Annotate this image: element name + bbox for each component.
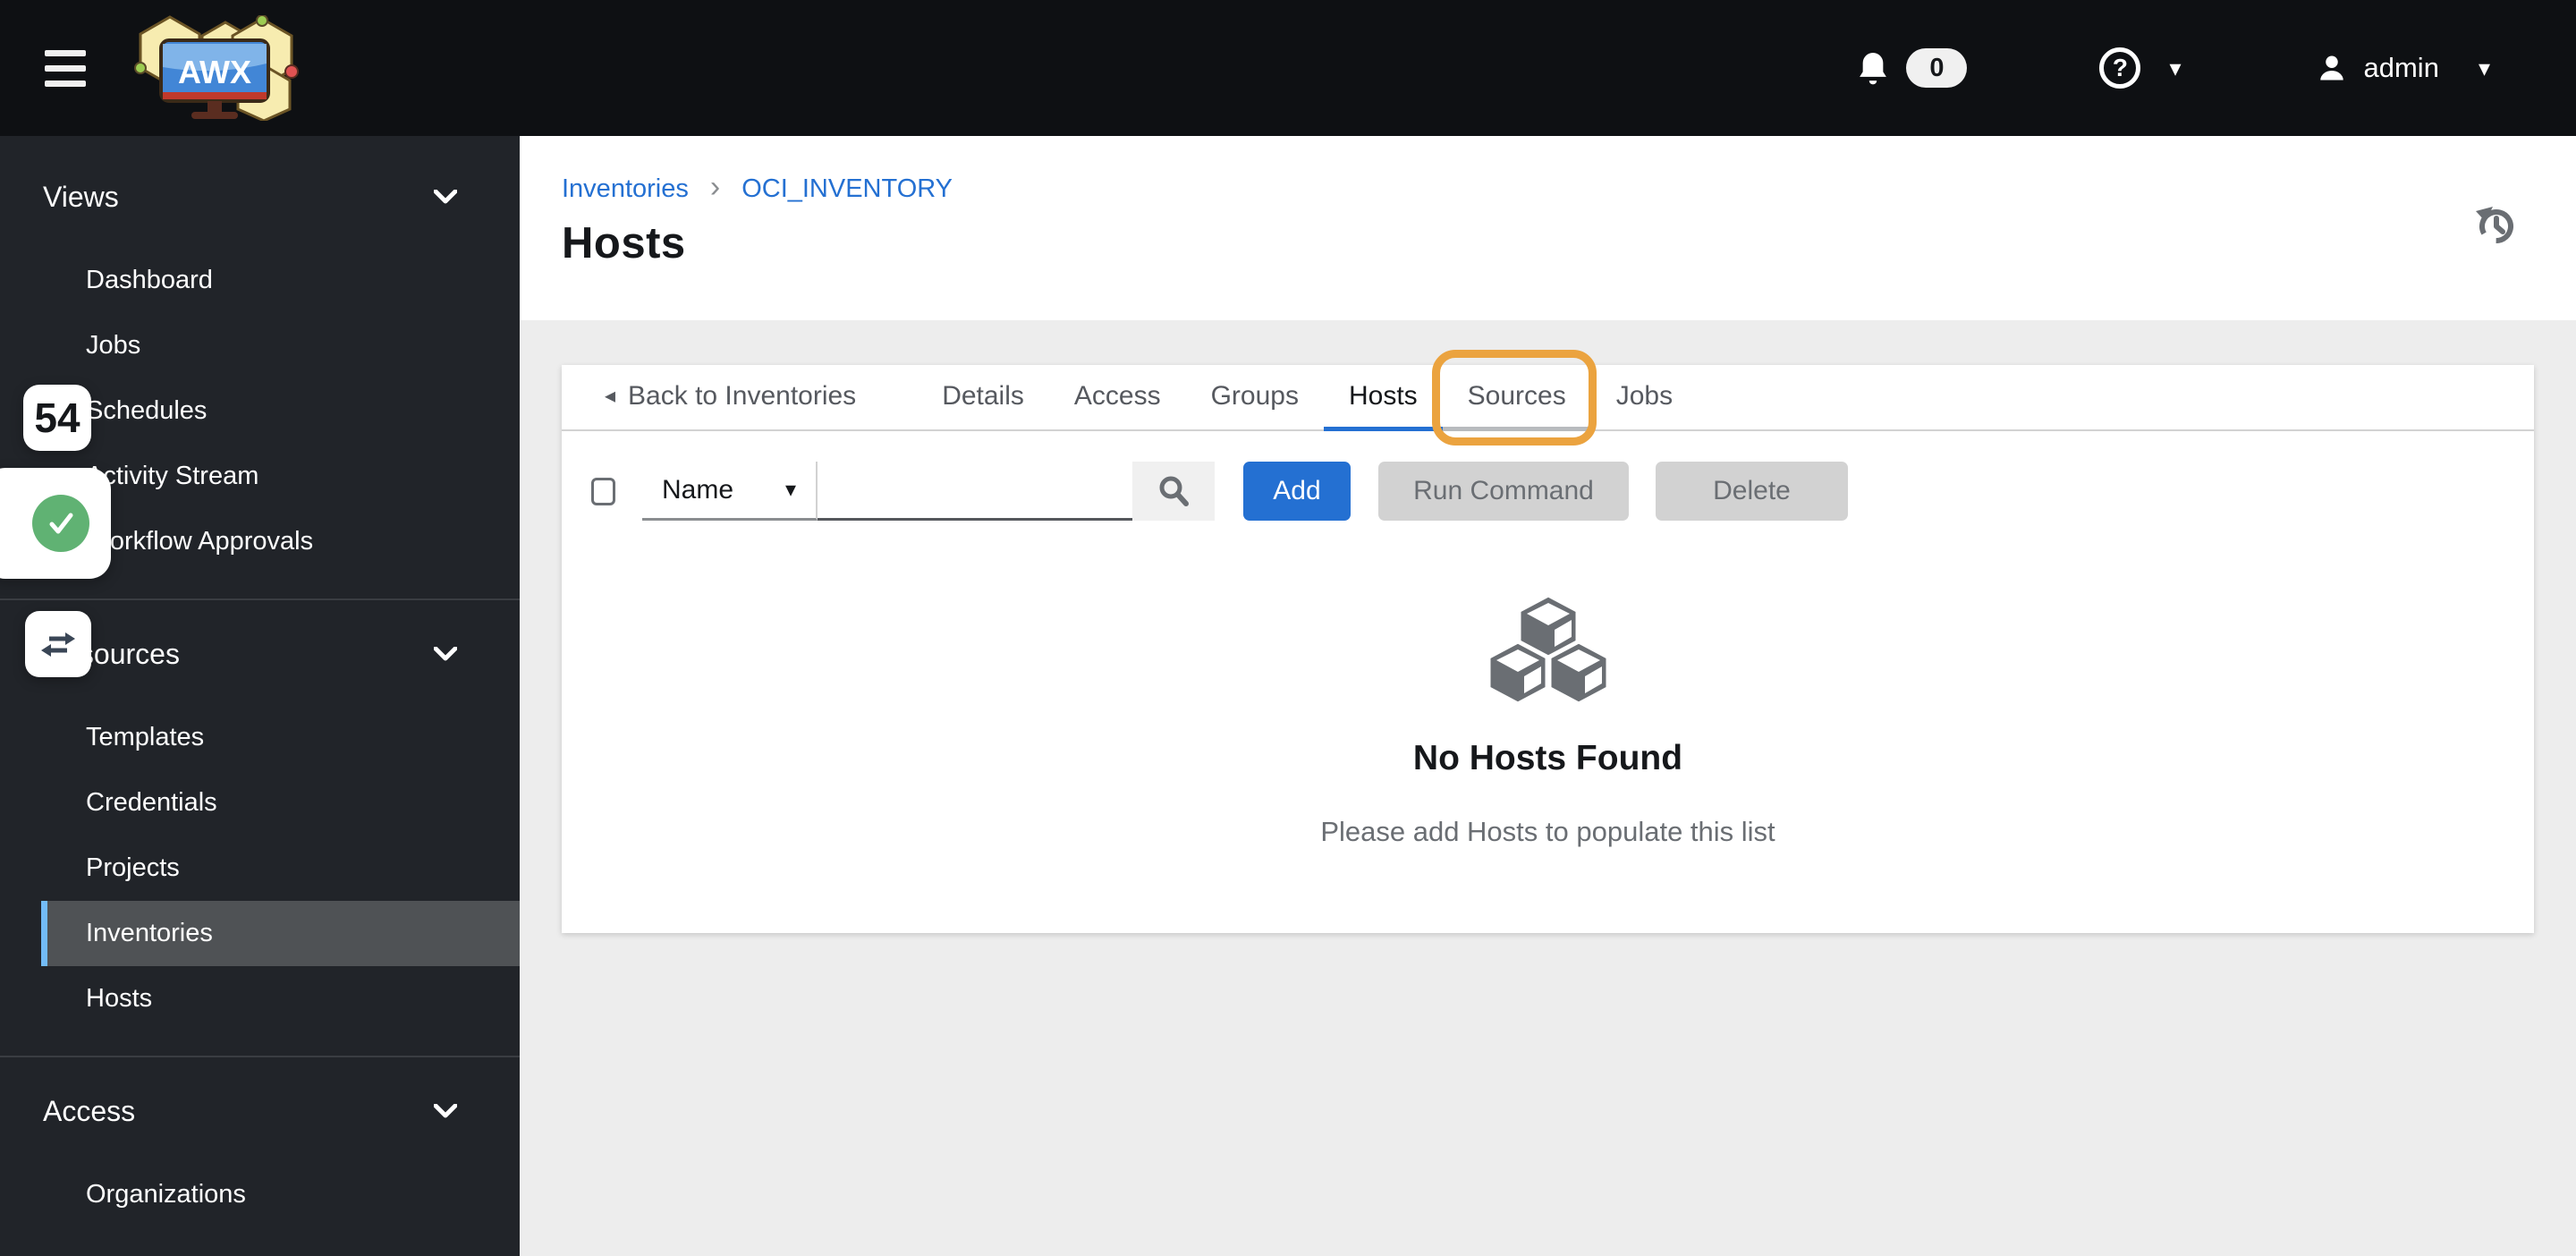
tab-label: Back to Inventories: [628, 380, 857, 411]
cubes-icon: [1487, 594, 1608, 705]
sidebar-item-inventories[interactable]: Inventories: [41, 901, 520, 966]
user-name: admin: [2363, 52, 2439, 83]
chevron-down-icon: [434, 647, 457, 661]
search-filter-group: Name ▾: [642, 462, 1215, 521]
search-input[interactable]: [818, 462, 1132, 521]
search-icon: [1159, 476, 1189, 506]
caret-down-icon: ▾: [2169, 55, 2182, 81]
sidebar-item-credentials[interactable]: Credentials: [41, 770, 520, 836]
sidebar-divider: [0, 598, 520, 600]
swap-arrows-icon: [41, 632, 75, 657]
back-triangle-icon: ◂: [605, 384, 616, 408]
delete-button[interactable]: Delete: [1656, 462, 1848, 521]
notifications-count-badge: 0: [1906, 48, 1968, 88]
history-icon: [2476, 207, 2513, 243]
sidebar-item-schedules[interactable]: Schedules: [41, 378, 520, 444]
user-menu-button[interactable]: admin ▾: [2316, 52, 2490, 84]
chevron-down-icon: [434, 1104, 457, 1118]
history-button[interactable]: [2472, 202, 2519, 249]
select-all-checkbox[interactable]: [591, 477, 615, 505]
success-check-overlay: [0, 468, 111, 579]
help-menu-button[interactable]: ? ▾: [2099, 47, 2182, 89]
check-circle-icon: [32, 495, 89, 552]
group-label: Access: [43, 1095, 136, 1127]
add-button[interactable]: Add: [1243, 462, 1351, 521]
sidebar-group-access[interactable]: Access: [0, 1079, 520, 1144]
tab-bar: ◂ Back to Inventories Details Access Gro…: [562, 350, 2534, 446]
run-command-button[interactable]: Run Command: [1378, 462, 1629, 521]
chevron-down-icon: [434, 190, 457, 204]
sidebar-divider: [0, 1056, 520, 1057]
filter-key-select[interactable]: Name ▾: [642, 462, 818, 521]
sidebar-item-hosts[interactable]: Hosts: [41, 966, 520, 1031]
sidebar-item-activity-stream[interactable]: Activity Stream: [41, 444, 520, 509]
breadcrumb: Inventories › OCI_INVENTORY: [562, 170, 2576, 204]
filter-key-label: Name: [662, 474, 734, 505]
main-area: Inventories › OCI_INVENTORY Hosts ◂ Back…: [520, 136, 2576, 1256]
hosts-panel-card: ◂ Back to Inventories Details Access Gro…: [562, 350, 2534, 933]
tab-groups[interactable]: Groups: [1186, 365, 1324, 431]
sidebar-item-templates[interactable]: Templates: [41, 705, 520, 770]
swap-arrows-overlay: [25, 611, 91, 677]
top-header: AWX 0 ? ▾ admin ▾: [0, 0, 2576, 136]
awx-logo: AWX: [114, 15, 307, 121]
notifications-button[interactable]: 0: [1858, 48, 1968, 88]
bell-icon: [1860, 53, 1887, 85]
sidebar-item-organizations[interactable]: Organizations: [41, 1162, 520, 1227]
header-actions: 0 ? ▾ admin ▾: [1858, 47, 2490, 89]
sidebar-nav: Views Dashboard Jobs Schedules Activity …: [0, 136, 520, 1256]
awx-app: AWX 0 ? ▾ admin ▾ Views Dashboard Jobs S…: [0, 0, 2576, 1256]
page-header-band: Inventories › OCI_INVENTORY Hosts: [520, 136, 2576, 320]
question-circle-icon: ?: [2099, 47, 2141, 89]
search-button[interactable]: [1132, 462, 1215, 521]
svg-text:AWX: AWX: [178, 54, 251, 90]
page-title: Hosts: [562, 219, 686, 267]
empty-state-title: No Hosts Found: [1412, 739, 1683, 777]
sidebar-item-jobs[interactable]: Jobs: [41, 313, 520, 378]
breadcrumb-link-inventory[interactable]: OCI_INVENTORY: [741, 174, 953, 204]
user-icon: [2319, 55, 2343, 81]
caret-down-icon: ▾: [2478, 55, 2490, 81]
sidebar-item-dashboard[interactable]: Dashboard: [41, 248, 520, 313]
empty-state: No Hosts Found Please add Hosts to popul…: [562, 592, 2534, 848]
tab-label: Sources: [1467, 380, 1566, 411]
group-label: Views: [43, 181, 119, 213]
sidebar-item-workflow-approvals[interactable]: Workflow Approvals: [41, 509, 520, 574]
content-area: ◂ Back to Inventories Details Access Gro…: [520, 320, 2576, 933]
breadcrumb-link-inventories[interactable]: Inventories: [562, 174, 689, 204]
sidebar-item-projects[interactable]: Projects: [41, 836, 520, 901]
tab-back-to-inventories[interactable]: ◂ Back to Inventories: [580, 365, 881, 431]
caret-down-icon: ▾: [784, 478, 796, 502]
tab-access[interactable]: Access: [1049, 365, 1186, 431]
count-badge-overlay: 54: [23, 385, 91, 451]
list-toolbar: Name ▾ Add Run Command Delete: [591, 462, 2534, 521]
tab-sources[interactable]: Sources: [1431, 350, 1597, 446]
tab-jobs[interactable]: Jobs: [1591, 365, 1698, 431]
empty-state-description: Please add Hosts to populate this list: [1320, 816, 1775, 847]
breadcrumb-separator: ›: [709, 170, 721, 204]
sidebar-group-views[interactable]: Views: [0, 165, 520, 230]
tab-hosts[interactable]: Hosts: [1323, 365, 1443, 431]
tab-details[interactable]: Details: [917, 365, 1049, 431]
hamburger-icon[interactable]: [45, 49, 86, 87]
